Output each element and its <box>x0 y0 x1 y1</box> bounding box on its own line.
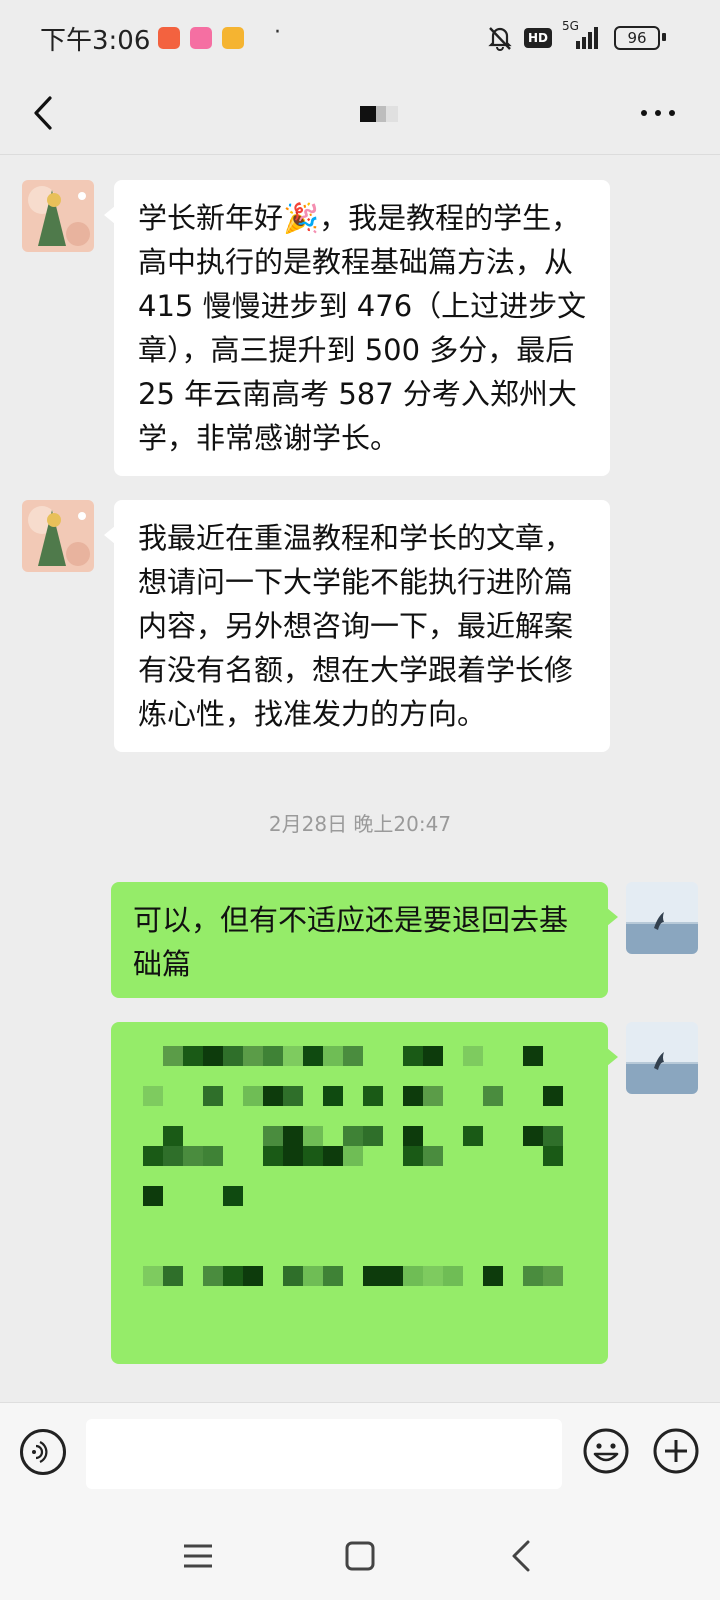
message-input[interactable] <box>86 1419 562 1489</box>
battery-icon: 96 <box>614 26 660 50</box>
home-square-icon[interactable] <box>340 1536 380 1576</box>
app-notification-icon <box>158 27 180 49</box>
system-nav-bar <box>0 1510 720 1600</box>
message-text: 可以，但有不适应还是要退回去基础篇 <box>133 903 569 981</box>
bubble-tail <box>607 908 618 926</box>
notification-icons <box>158 27 244 49</box>
input-bar <box>0 1402 720 1511</box>
system-icons: HD 5G <box>486 19 602 52</box>
message-bubble-incoming[interactable]: 学长新年好🎉，我是教程的学生，高中执行的是教程基础篇方法，从415 慢慢进步到 … <box>114 180 610 476</box>
bilibili-notification-icon <box>190 27 212 49</box>
status-bar: 下午3:06 · HD 5G 96 <box>0 0 720 76</box>
notes-notification-icon <box>222 27 244 49</box>
chevron-left-icon[interactable] <box>26 90 66 136</box>
plus-icon[interactable] <box>652 1427 700 1475</box>
chat-header <box>0 76 720 155</box>
emoji-icon[interactable] <box>582 1427 630 1475</box>
chat-timestamp: 2月28日 晚上20:47 <box>268 812 452 836</box>
message-bubble-outgoing[interactable]: 可以，但有不适应还是要退回去基础篇 <box>111 882 608 998</box>
sender-avatar[interactable] <box>22 500 94 572</box>
nav-back-icon[interactable] <box>502 1536 542 1576</box>
signal-icon: 5G <box>562 19 602 51</box>
message-bubble-incoming[interactable]: 我最近在重温教程和学长的文章，想请问一下大学能不能执行进阶篇内容，另外想咨询一下… <box>114 500 610 752</box>
my-avatar[interactable] <box>626 882 698 954</box>
message-text: 我最近在重温教程和学长的文章，想请问一下大学能不能执行进阶篇内容，另外想咨询一下… <box>138 521 574 731</box>
chat-title <box>360 106 404 122</box>
message-text: 学长新年好🎉，我是教程的学生，高中执行的是教程基础篇方法，从415 慢慢进步到 … <box>138 201 587 455</box>
status-time: 下午3:06 <box>40 26 151 56</box>
more-dots-icon[interactable] <box>638 98 678 128</box>
bubble-tail <box>607 1048 618 1066</box>
pixelated-message-content <box>143 1046 563 1286</box>
battery-tip <box>662 33 666 41</box>
sender-avatar[interactable] <box>22 180 94 252</box>
menu-icon[interactable] <box>178 1536 218 1576</box>
message-bubble-outgoing-pixelated[interactable] <box>111 1022 608 1364</box>
status-dot: · <box>274 20 281 45</box>
voice-icon[interactable] <box>20 1429 66 1475</box>
my-avatar[interactable] <box>626 1022 698 1094</box>
hd-icon: HD <box>523 28 552 48</box>
mute-bell-icon <box>488 27 512 51</box>
